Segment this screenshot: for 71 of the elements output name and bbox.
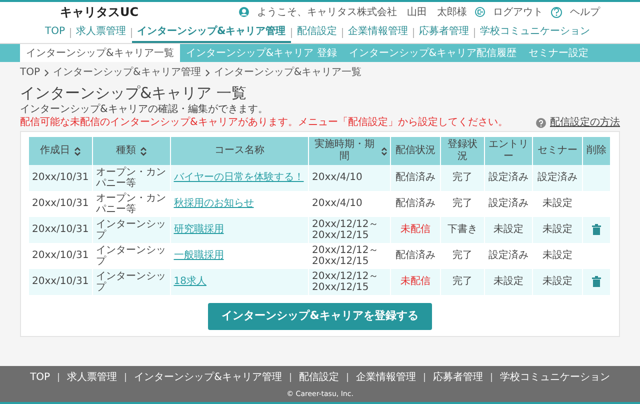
breadcrumb-current: インターンシップ&キャリア一覧 <box>214 66 362 80</box>
table-cell: 20xx/12/12～ 20xx/12/15 <box>308 217 390 243</box>
status-cell: 配信済み <box>390 165 440 191</box>
subnav-tab[interactable]: インターンシップ&キャリア一覧 <box>20 44 180 62</box>
trash-icon[interactable] <box>592 224 601 236</box>
footer-link[interactable]: インターンシップ&キャリア管理 <box>134 370 282 384</box>
table-cell: 設定済み <box>532 165 582 191</box>
table-cell: 未設定 <box>484 217 532 243</box>
table-cell: 20xx/10/31 <box>29 217 92 243</box>
table-cell: 未設定 <box>532 217 582 243</box>
column-header: 登録状況 <box>440 137 484 165</box>
nav-tab[interactable]: 配信設定 <box>292 22 342 43</box>
help-link[interactable]: 配信設定の方法 <box>550 116 620 129</box>
logout-link[interactable]: ログアウト <box>493 4 543 20</box>
sort-icon[interactable] <box>140 146 147 156</box>
chevron-icon <box>44 68 50 76</box>
trash-icon[interactable] <box>592 276 601 288</box>
table-cell: オープン・カンパニー等 <box>92 165 170 191</box>
table-cell: 完了 <box>440 269 484 295</box>
footer-link[interactable]: 応募者管理 <box>432 370 483 384</box>
alert-message: 配信可能な未配信のインターンシップ&キャリアがあります。メニュー「配信設定」から設定してください。 <box>20 116 508 129</box>
column-header: 削除 <box>582 137 610 165</box>
footer-link[interactable]: TOP <box>30 370 50 384</box>
nav-tab[interactable]: 学校コミュニケーション <box>474 22 595 43</box>
course-link[interactable]: 一般職採用 <box>174 250 224 262</box>
breadcrumb-link[interactable]: インターンシップ&キャリア管理 <box>53 65 201 80</box>
table-cell: 未設定 <box>484 269 532 295</box>
table-cell: 20xx/12/12～ 20xx/12/15 <box>308 269 390 295</box>
chevron-icon <box>204 68 210 76</box>
help-link[interactable]: ヘルプ <box>570 4 600 20</box>
column-header: エントリー <box>484 137 532 165</box>
sort-header[interactable]: 種類 <box>92 137 170 165</box>
user-icon <box>239 7 249 17</box>
table-cell: 20xx/10/31 <box>29 269 92 295</box>
breadcrumb-link[interactable]: TOP <box>20 65 40 80</box>
footer-link[interactable]: 学校コミュニケーション <box>500 370 610 384</box>
register-button[interactable]: インターンシップ&キャリアを登録する <box>208 303 432 330</box>
status-cell: 未配信 <box>390 269 440 295</box>
column-header: 配信状況 <box>390 137 440 165</box>
sort-icon[interactable] <box>74 146 81 156</box>
column-header: コース名称 <box>170 137 308 165</box>
footer-link[interactable]: 求人票管理 <box>67 370 118 384</box>
table-cell: 下書き <box>440 217 484 243</box>
table-cell: 20xx/4/10 <box>308 165 390 191</box>
footer-link[interactable]: 企業情報管理 <box>356 370 416 384</box>
logo[interactable]: キャリタスUC <box>60 3 139 21</box>
nav-tab[interactable]: 応募者管理 <box>414 22 474 43</box>
table-cell: インターンシップ <box>92 217 170 243</box>
table-cell: インターンシップ <box>92 269 170 295</box>
course-link[interactable]: 秋採用のお知らせ <box>174 198 254 210</box>
table-cell: 完了 <box>440 165 484 191</box>
footer-link[interactable]: 配信設定 <box>298 370 339 384</box>
nav-tab[interactable]: 求人票管理 <box>71 22 132 43</box>
sort-header[interactable]: 実施時期・期間 <box>308 137 390 165</box>
nav-tab[interactable]: TOP <box>40 22 70 43</box>
page-title: インターンシップ&キャリア 一覧 <box>19 83 248 103</box>
course-link[interactable]: 研究職採用 <box>174 224 224 236</box>
sort-header[interactable]: 作成日 <box>29 137 92 165</box>
table-cell: 設定済み <box>484 165 532 191</box>
nav-tab[interactable]: 企業情報管理 <box>342 22 413 43</box>
help-icon <box>536 118 546 128</box>
table-cell: 20xx/10/31 <box>29 165 92 191</box>
table-cell: 未設定 <box>532 269 582 295</box>
column-header: セミナー <box>532 137 582 165</box>
help-icon[interactable] <box>551 6 562 18</box>
course-link[interactable]: 18求人 <box>174 276 206 288</box>
status-cell: 未配信 <box>390 217 440 243</box>
welcome-text: ようこそ、キャリタス株式会社 山田 太郎様 <box>257 6 467 20</box>
logout-icon[interactable] <box>475 7 485 17</box>
description-text: インターンシップ&キャリアの確認・編集ができます。 <box>19 103 269 116</box>
sort-icon[interactable] <box>380 146 387 156</box>
